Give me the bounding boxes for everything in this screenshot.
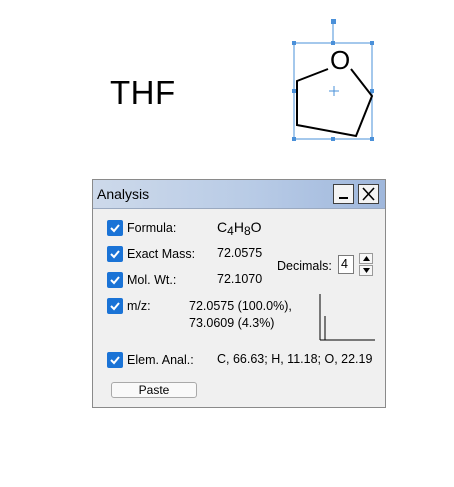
exact-mass-checkbox[interactable] [107, 246, 123, 262]
formula-label: Formula: [127, 221, 177, 235]
decimals-input[interactable]: 4 [338, 255, 354, 274]
checkmark-icon [110, 276, 120, 285]
rotate-handle [331, 19, 336, 24]
checkmark-icon [110, 302, 120, 311]
analysis-titlebar[interactable]: Analysis [93, 180, 385, 209]
exact-mass-value: 72.0575 [217, 246, 263, 260]
minimize-button[interactable] [333, 184, 354, 204]
mol-wt-label: Mol. Wt.: [127, 273, 177, 287]
paste-button[interactable]: Paste [111, 382, 197, 398]
elem-anal-checkbox[interactable] [107, 352, 123, 368]
mz-value-1: 72.0575 (100.0%), [189, 299, 292, 313]
ring-bonds [296, 68, 374, 138]
mol-wt-value: 72.1070 [217, 272, 263, 286]
exact-mass-label: Exact Mass: [127, 247, 196, 261]
mass-spectrum-plot [319, 294, 375, 341]
decimals-up-button[interactable] [359, 253, 373, 264]
formula-value: C4H8O [217, 219, 262, 238]
elem-anal-value: C, 66.63; H, 11.18; O, 22.19 [217, 352, 373, 366]
mz-value-2: 73.0609 (4.3%) [189, 316, 275, 330]
mz-checkbox[interactable] [107, 298, 123, 314]
thf-structure[interactable]: O [286, 14, 386, 144]
close-button[interactable] [358, 184, 379, 204]
decimals-down-button[interactable] [359, 265, 373, 276]
checkmark-icon [110, 224, 120, 233]
thf-label[interactable]: THF [110, 74, 176, 112]
arrow-down-icon [363, 268, 370, 273]
formula-checkbox[interactable] [107, 220, 123, 236]
elem-anal-label: Elem. Anal.: [127, 353, 194, 367]
mz-label: m/z: [127, 299, 151, 313]
arrow-up-icon [363, 256, 370, 261]
mol-wt-checkbox[interactable] [107, 272, 123, 288]
oxygen-atom: O [330, 45, 350, 75]
mz-values: 72.0575 (100.0%), 73.0609 (4.3%) [189, 298, 292, 332]
checkmark-icon [110, 356, 120, 365]
analysis-window: Analysis Formula: C4H8O Exact Mass: 72.0… [92, 179, 386, 408]
decimals-spinner [359, 253, 373, 277]
minimize-icon [339, 197, 348, 199]
decimals-label: Decimals: [277, 259, 332, 273]
close-icon [362, 187, 375, 201]
checkmark-icon [110, 250, 120, 259]
window-title: Analysis [97, 186, 150, 202]
